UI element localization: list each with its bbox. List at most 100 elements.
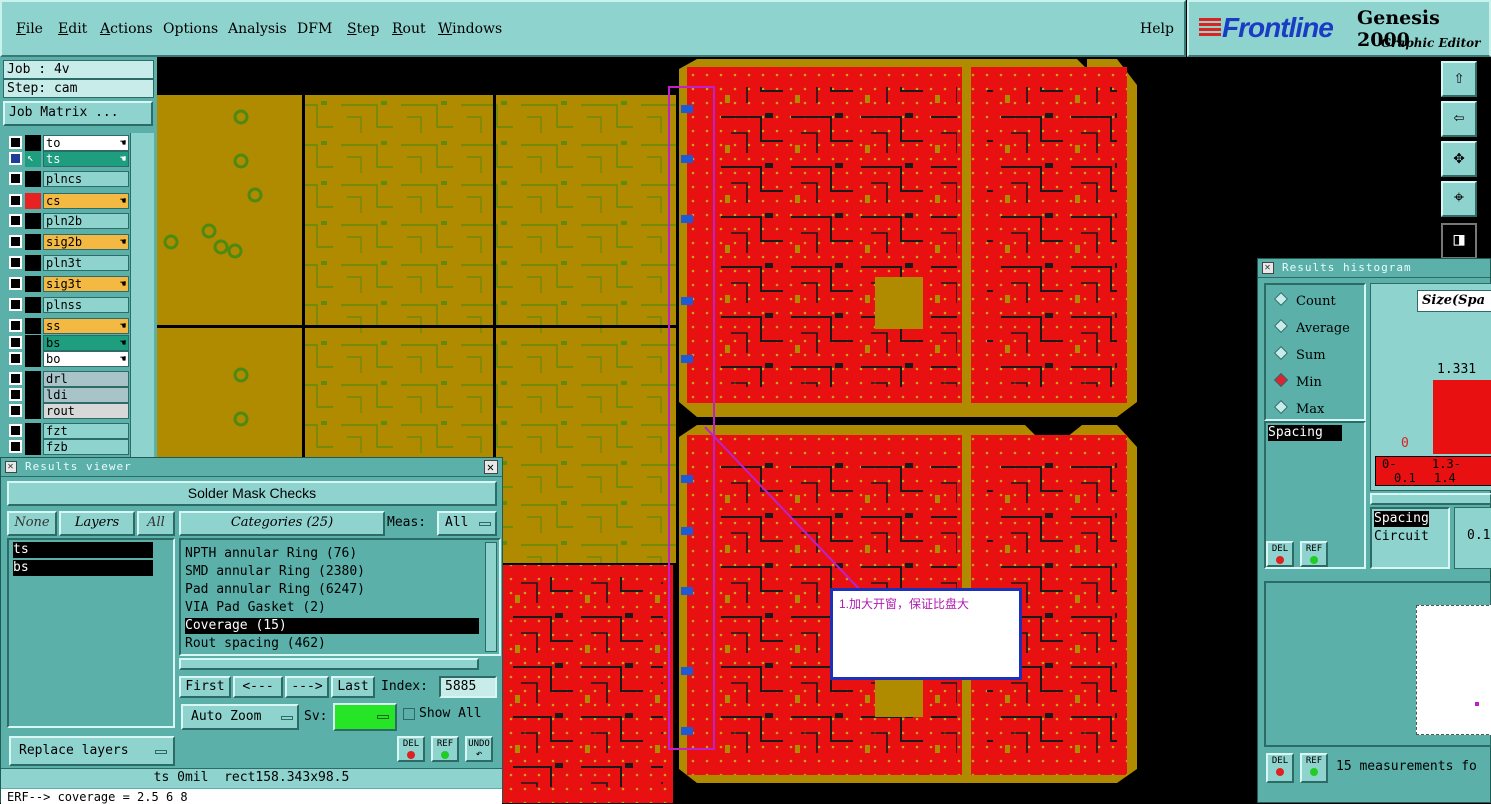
layer-row-plncs[interactable]: plncs [7, 171, 129, 187]
layer-display-checkbox[interactable] [9, 388, 22, 401]
layer-row-pln2b[interactable]: pln2b [7, 213, 129, 229]
index-input[interactable]: 5885 [439, 676, 497, 698]
snapshot-icon[interactable]: ◨ [1441, 223, 1477, 259]
layer-color-swatch[interactable] [25, 423, 41, 439]
layer-row-fzb[interactable]: fzb [7, 439, 129, 455]
affected-hand-icon[interactable]: ☚ [120, 277, 126, 292]
layer-color-swatch[interactable] [25, 193, 41, 209]
menu-analysis[interactable]: Analysis [228, 21, 287, 37]
layer-name[interactable]: to ☚ [43, 135, 129, 151]
layer-display-checkbox[interactable] [9, 172, 22, 185]
stat-option-average[interactable]: Average [1273, 318, 1350, 338]
layer-display-checkbox[interactable] [9, 336, 22, 349]
layer-color-swatch[interactable] [25, 371, 41, 387]
stat-option-max[interactable]: Max [1273, 399, 1324, 419]
menu-options[interactable]: Options [163, 21, 218, 37]
layer-display-checkbox[interactable] [9, 214, 22, 227]
layer-row-bs[interactable]: bs ☚ [7, 335, 129, 351]
layer-display-checkbox[interactable] [9, 319, 22, 332]
layer-display-checkbox[interactable] [9, 298, 22, 311]
layer-color-swatch[interactable] [25, 403, 41, 419]
measure-icon[interactable]: ⌖ [1441, 181, 1477, 217]
layer-display-checkbox[interactable] [9, 277, 22, 290]
categories-vscrollbar[interactable] [485, 542, 497, 652]
layer-name[interactable]: drl [43, 371, 129, 387]
menu-step[interactable]: Step [347, 21, 379, 37]
layer-name[interactable]: cs ☚ [43, 193, 129, 209]
layer-display-checkbox[interactable] [9, 352, 22, 365]
categories-button[interactable]: Categories (25) [179, 511, 385, 536]
layer-color-swatch[interactable] [25, 276, 41, 292]
ref-button[interactable]: REF [1300, 541, 1328, 567]
layer-display-checkbox[interactable] [9, 404, 22, 417]
menu-rout[interactable]: Rout [392, 21, 426, 37]
menu-dfm[interactable]: DFM [297, 21, 332, 37]
layer-name[interactable]: rout [43, 403, 129, 419]
job-matrix-button[interactable]: Job Matrix ... [3, 101, 153, 126]
last-button[interactable]: Last [331, 676, 375, 698]
affected-hand-icon[interactable]: ☚ [120, 336, 126, 351]
replace-layers-select[interactable]: Replace layers [9, 736, 175, 766]
layer-results-list[interactable]: ts bs [7, 538, 175, 728]
categories-hscrollbar[interactable] [179, 658, 479, 670]
layer-color-swatch[interactable] [25, 439, 41, 455]
affected-hand-icon[interactable]: ☚ [120, 194, 126, 209]
layer-name[interactable]: sig2b ☚ [43, 234, 129, 250]
stat-option-count[interactable]: Count [1273, 291, 1336, 311]
category-item[interactable]: VIA Pad Gasket (2) [185, 600, 479, 616]
zoom-select[interactable]: Auto Zoom [181, 704, 299, 730]
prev-button[interactable]: <--- [233, 676, 283, 698]
layer-row-ldi[interactable]: ldi [7, 387, 129, 403]
layer-row-plnss[interactable]: plnss [7, 297, 129, 313]
layer-row-sig2b[interactable]: sig2b ☚ [7, 234, 129, 250]
list-item[interactable]: Spacing [1268, 425, 1342, 441]
all-button[interactable]: All [137, 511, 175, 536]
layer-name[interactable]: ts ☚ [43, 151, 129, 167]
layer-list-scrollbar[interactable] [130, 133, 154, 457]
affected-hand-icon[interactable]: ☚ [120, 352, 126, 367]
layer-display-checkbox[interactable] [9, 424, 22, 437]
affected-hand-icon[interactable]: ☚ [120, 136, 126, 151]
layer-color-swatch[interactable] [25, 234, 41, 250]
affected-hand-icon[interactable]: ☚ [120, 235, 126, 250]
layer-color-swatch[interactable] [25, 171, 41, 187]
category-item[interactable]: NPTH annular Ring (76) [185, 546, 479, 562]
sv-color-select[interactable] [333, 703, 397, 731]
layer-name[interactable]: ldi [43, 387, 129, 403]
list-item[interactable]: bs [13, 560, 153, 576]
layer-color-swatch[interactable] [25, 255, 41, 271]
close-icon[interactable]: ✕ [484, 460, 498, 474]
home-view-icon[interactable]: ⇧ [1441, 61, 1477, 97]
layer-row-cs[interactable]: cs ☚ [7, 193, 129, 209]
stat-option-sum[interactable]: Sum [1273, 345, 1326, 365]
layer-color-swatch[interactable] [25, 135, 41, 151]
layer-color-swatch[interactable] [25, 297, 41, 313]
none-button[interactable]: None [7, 511, 57, 536]
categories-list[interactable]: NPTH annular Ring (76) SMD annular Ring (… [179, 538, 501, 656]
layer-display-checkbox[interactable] [9, 235, 22, 248]
category-item[interactable]: Pad annular Ring (6247) [185, 582, 479, 598]
first-button[interactable]: First [179, 676, 231, 698]
category-item[interactable]: SMD annular Ring (2380) [185, 564, 479, 580]
layer-color-swatch[interactable] [25, 351, 41, 367]
layer-color-swatch[interactable] [25, 387, 41, 403]
layer-display-checkbox[interactable] [9, 440, 22, 453]
category-item[interactable]: Coverage (15) [185, 618, 479, 634]
layer-name[interactable]: ss ☚ [43, 318, 129, 334]
layer-color-swatch[interactable] [25, 318, 41, 334]
affected-hand-icon[interactable]: ☚ [120, 152, 126, 167]
window-menu-icon[interactable]: ✕ [5, 461, 17, 473]
category-item[interactable]: Rout spacing (462) [185, 636, 479, 652]
category-list[interactable]: Spacing Circuit [1370, 507, 1450, 569]
layers-button[interactable]: Layers [59, 511, 135, 536]
histogram-hscrollbar[interactable] [1370, 493, 1491, 505]
layer-name[interactable]: sig3t ☚ [43, 276, 129, 292]
meas-select[interactable]: All [437, 511, 497, 536]
del-button[interactable]: DEL [397, 736, 425, 762]
window-menu-icon[interactable]: ✕ [1262, 262, 1274, 274]
menu-windows[interactable]: Windows [438, 21, 502, 37]
layer-row-drl[interactable]: drl [7, 371, 129, 387]
layer-display-checkbox[interactable] [9, 136, 22, 149]
menu-actions[interactable]: Actions [100, 21, 153, 37]
del-button[interactable]: DEL [1266, 541, 1294, 567]
